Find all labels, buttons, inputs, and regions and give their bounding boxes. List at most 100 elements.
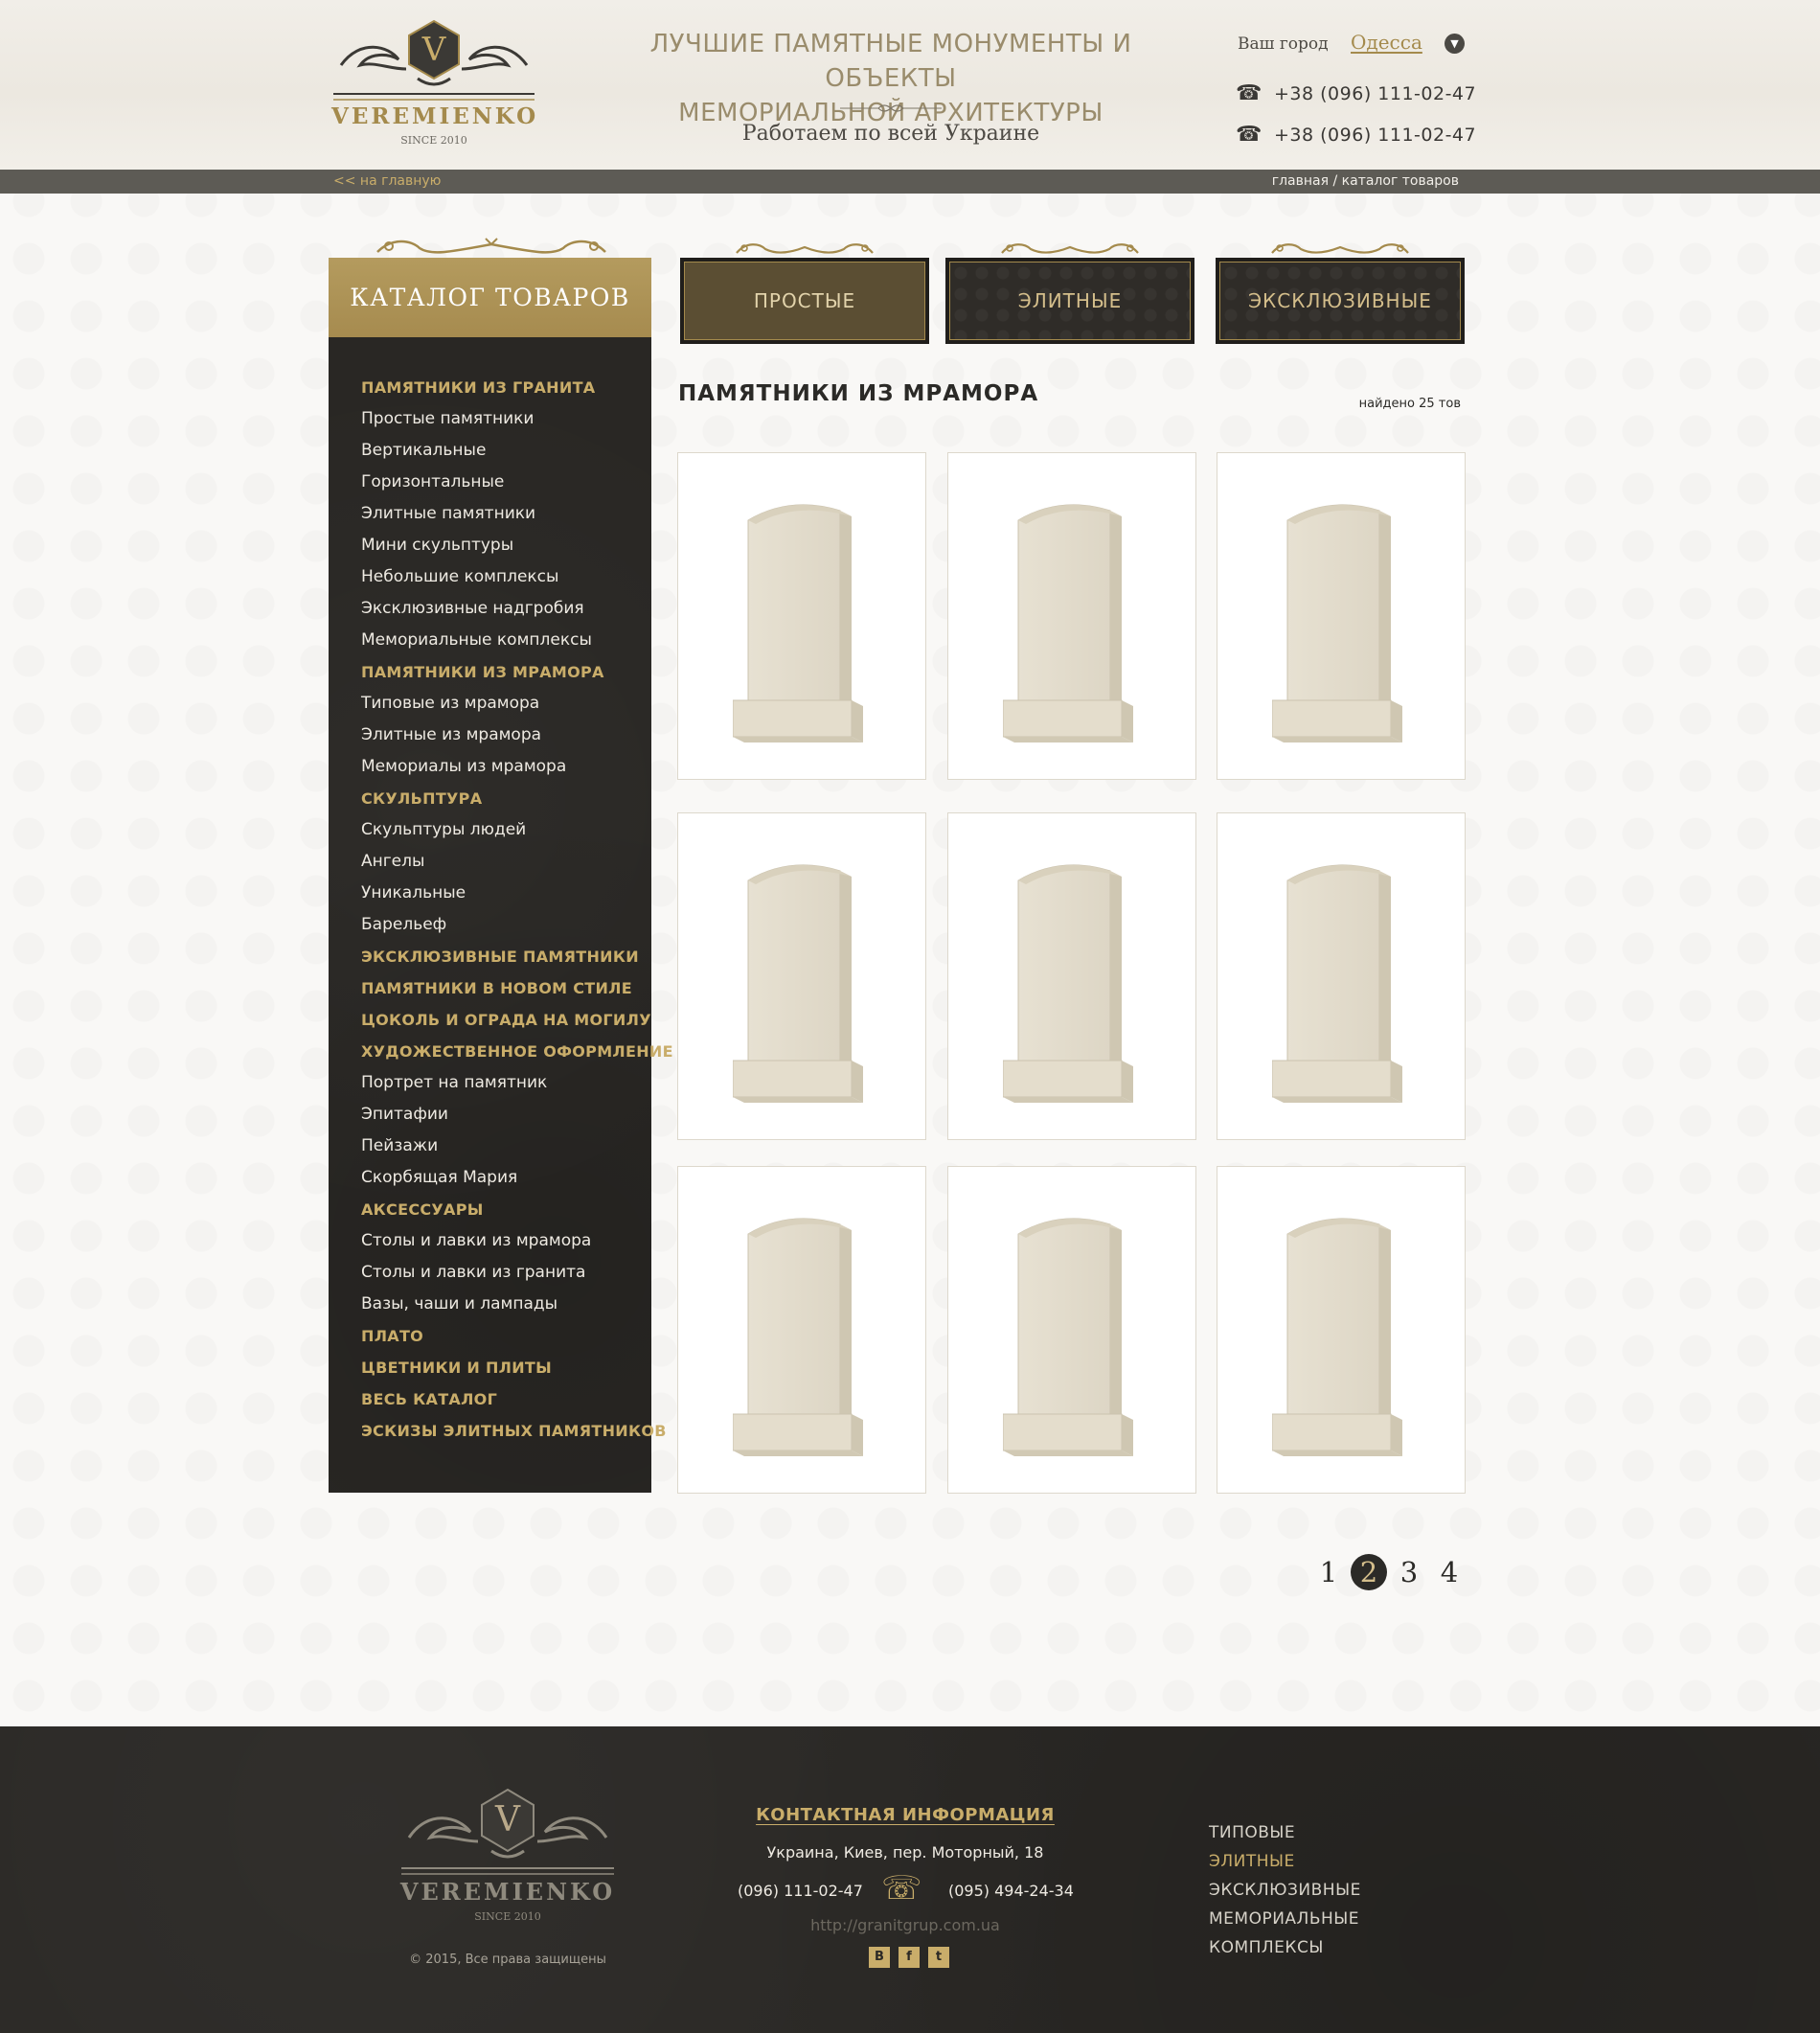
footer-link[interactable]: КОМПЛЕКСЫ (1209, 1933, 1361, 1962)
sidebar-item[interactable]: Эпитафии (361, 1099, 673, 1131)
sidebar-item[interactable]: Скульптуры людей (361, 814, 673, 846)
marble-monument-icon (733, 864, 863, 1103)
marble-monument-icon (733, 504, 863, 742)
city-selector[interactable]: Одесса (1351, 31, 1422, 54)
logo-wordmark: VEREMIENKO (399, 1878, 616, 1906)
sidebar-item[interactable]: Пейзажи (361, 1131, 673, 1162)
catalog-menu: ПАМЯТНИКИ ИЗ ГРАНИТА Простые памятники Вер… (361, 372, 673, 1447)
logo-letter: V (421, 31, 446, 69)
product-card[interactable] (677, 1166, 926, 1494)
sidebar-category[interactable]: ПАМЯТНИКИ В НОВОМ СТИЛЕ (361, 972, 673, 1004)
tab-label: ЭКСКЛЮЗИВНЫЕ (1219, 262, 1461, 340)
sidebar-item[interactable]: Столы и лавки из мрамора (361, 1225, 673, 1257)
site-link[interactable]: http://granitgrup.com.ua (671, 1916, 1140, 1934)
contact-address: Украина, Киев, пер. Моторный, 18 (766, 1843, 1044, 1862)
product-card[interactable] (1217, 1166, 1466, 1494)
marble-monument-icon (1003, 864, 1133, 1103)
phone-icon: ☎ (1236, 81, 1263, 105)
sidebar-item[interactable]: Уникальные (361, 878, 673, 909)
sidebar-item[interactable]: Мемориальные комплексы (361, 625, 673, 656)
breadcrumb-bar: << на главную главная / каталог товаров (0, 170, 1820, 194)
back-to-home-link[interactable]: << на главную (333, 173, 441, 189)
sidebar-category[interactable]: АКСЕССУАРЫ (361, 1194, 673, 1225)
sidebar-item[interactable]: Скорбящая Мария (361, 1162, 673, 1194)
header-subtagline: Работаем по всей Украине (741, 122, 1040, 146)
marble-monument-icon (733, 1218, 863, 1456)
chevron-down-icon[interactable]: ▼ (1445, 34, 1465, 54)
contact-phone-2[interactable]: (095) 494-24-34 (948, 1882, 1074, 1900)
product-card[interactable] (1217, 812, 1466, 1140)
sidebar-category[interactable]: СКУЛЬПТУРА (361, 783, 673, 814)
footer-logo[interactable]: V VEREMIENKO SINCE 2010 (399, 1788, 616, 1931)
vk-icon[interactable]: В (869, 1947, 890, 1968)
ornament-divider-icon (840, 104, 942, 112)
marble-monument-icon (1003, 1218, 1133, 1456)
site-footer: V VEREMIENKO SINCE 2010 © 2015, Все прав… (0, 1726, 1820, 2033)
sidebar-category[interactable]: ПАМЯТНИКИ ИЗ МРАМОРА (361, 656, 673, 688)
sidebar-category[interactable]: ВЕСЬ КАТАЛОГ (361, 1383, 673, 1415)
sidebar-item[interactable]: Вертикальные (361, 435, 673, 467)
sidebar-item[interactable]: Столы и лавки из гранита (361, 1257, 673, 1289)
catalog-heading: КАТАЛОГ ТОВАРОВ (329, 258, 651, 337)
sidebar-item[interactable]: Горизонтальные (361, 467, 673, 498)
sidebar-item[interactable]: Портрет на памятник (361, 1067, 673, 1099)
logo-since: SINCE 2010 (474, 1910, 541, 1923)
sidebar-category[interactable]: ПЛАТО (361, 1320, 673, 1352)
footer-link[interactable]: ТИПОВЫЕ (1209, 1818, 1361, 1847)
product-card[interactable] (677, 452, 926, 780)
contact-phone-1[interactable]: (096) 111-02-47 (738, 1882, 863, 1900)
sidebar-category[interactable]: ЭСКИЗЫ ЭЛИТНЫХ ПАМЯТНИКОВ (361, 1415, 673, 1447)
sidebar-item[interactable]: Эксклюзивные надгробия (361, 593, 673, 625)
sidebar-category[interactable]: ЭКСКЛЮЗИВНЫЕ ПАМЯТНИКИ (361, 941, 673, 972)
sidebar-category[interactable]: ХУДОЖЕСТВЕННОЕ ОФОРМЛЕНИЕ (361, 1036, 673, 1067)
sidebar-item[interactable]: Вазы, чаши и лампады (361, 1289, 673, 1320)
footer-link[interactable]: ЭЛИТНЫЕ (1209, 1847, 1361, 1876)
sidebar-category[interactable]: ПАМЯТНИКИ ИЗ ГРАНИТА (361, 372, 673, 403)
sidebar-item[interactable]: Ангелы (361, 846, 673, 878)
logo[interactable]: V VEREMIENKO SINCE 2010 (331, 19, 536, 153)
tab-label: ПРОСТЫЕ (684, 262, 925, 340)
facebook-icon[interactable]: f (899, 1947, 920, 1968)
sidebar-item[interactable]: Барельеф (361, 909, 673, 941)
phone-icon: ☎ (1236, 123, 1263, 147)
footer-link[interactable]: ЭКСКЛЮЗИВНЫЕ (1209, 1876, 1361, 1905)
sidebar-category[interactable]: ЦВЕТНИКИ И ПЛИТЫ (361, 1352, 673, 1383)
marble-monument-icon (1272, 504, 1402, 742)
footer-link[interactable]: МЕМОРИАЛЬНЫЕ (1209, 1905, 1361, 1933)
tab-exclusive[interactable]: ЭКСКЛЮЗИВНЫЕ (1216, 258, 1465, 344)
tab-label: ЭЛИТНЫЕ (949, 262, 1191, 340)
product-card[interactable] (947, 1166, 1196, 1494)
sidebar-item[interactable]: Элитные из мрамора (361, 720, 673, 751)
page-link[interactable]: 2 (1351, 1554, 1387, 1590)
site-header: V VEREMIENKO SINCE 2010 ЛУЧШИЕ ПАМЯТНЫЕ … (0, 0, 1820, 170)
sidebar-item[interactable]: Элитные памятники (361, 498, 673, 530)
phone-number[interactable]: +38 (096) 111-02-47 (1274, 81, 1476, 106)
logo-letter: V (495, 1800, 520, 1839)
breadcrumb[interactable]: главная / каталог товаров (1272, 173, 1459, 189)
sidebar-item[interactable]: Небольшие комплексы (361, 561, 673, 593)
marble-monument-icon (1272, 1218, 1402, 1456)
ornament-icon (736, 243, 874, 254)
twitter-icon[interactable]: t (928, 1947, 949, 1968)
phone-number[interactable]: +38 (096) 111-02-47 (1274, 123, 1476, 148)
product-card[interactable] (1217, 452, 1466, 780)
product-card[interactable] (947, 812, 1196, 1140)
sidebar-item[interactable]: Типовые из мрамора (361, 688, 673, 720)
ornament-icon (376, 238, 606, 254)
page-link[interactable]: 1 (1310, 1554, 1347, 1590)
sidebar-item[interactable]: Мемориалы из мрамора (361, 751, 673, 783)
tab-elite[interactable]: ЭЛИТНЫЕ (945, 258, 1194, 344)
page-title: ПАМЯТНИКИ ИЗ МРАМОРА (678, 381, 1039, 406)
sidebar-category[interactable]: ЦОКОЛЬ И ОГРАДА НА МОГИЛУ (361, 1004, 673, 1036)
logo-since: SINCE 2010 (400, 134, 467, 147)
city-label: Ваш город (1238, 34, 1329, 54)
page-link[interactable]: 4 (1431, 1554, 1467, 1590)
ornament-icon (1001, 243, 1139, 254)
ornament-icon (1271, 243, 1409, 254)
product-card[interactable] (947, 452, 1196, 780)
sidebar-item[interactable]: Простые памятники (361, 403, 673, 435)
product-card[interactable] (677, 812, 926, 1140)
sidebar-item[interactable]: Мини скульптуры (361, 530, 673, 561)
tab-simple[interactable]: ПРОСТЫЕ (680, 258, 929, 344)
page-link[interactable]: 3 (1391, 1554, 1427, 1590)
